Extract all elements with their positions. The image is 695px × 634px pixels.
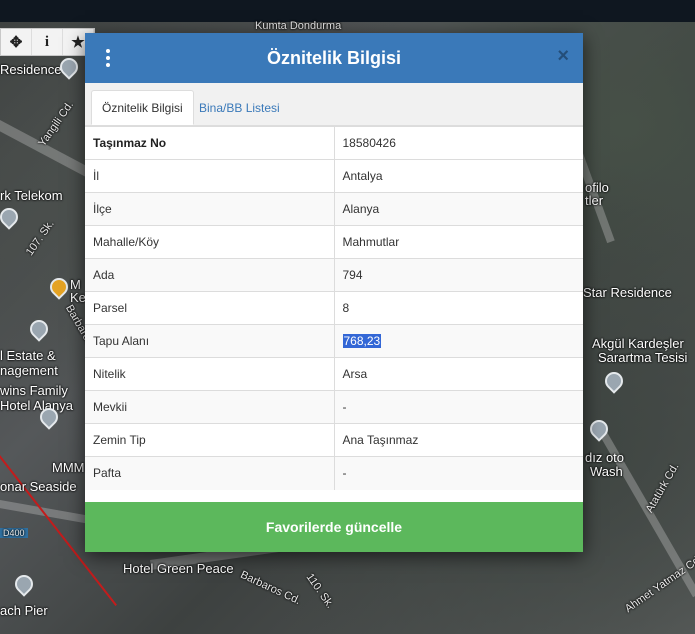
table-row: Nitelik Arsa [85,357,583,391]
row-value: Alanya [334,192,583,226]
modal-title: Öznitelik Bilgisi [266,47,402,68]
row-value: 794 [334,258,583,292]
row-key: Zemin Tip [85,423,335,457]
map-label: MMM [52,460,85,475]
row-key: İlçe [85,192,335,226]
tab-building-list[interactable]: Bina/BB Listesi [189,90,290,125]
modal-header: Öznitelik Bilgisi × [85,33,583,83]
table-row: Parsel 8 [85,291,583,325]
map-label: dız oto [585,450,625,465]
table-row: İlçe Alanya [85,192,583,226]
map-label: Sarartma Tesisi [598,350,688,365]
tab-attribute-info[interactable]: Öznitelik Bilgisi [91,90,194,125]
map-label: rk Telekom [0,188,63,203]
map-label: Hotel Green Peace [123,561,234,576]
table-row: Mahalle/Köy Mahmutlar [85,225,583,259]
table-row: Taşınmaz No 18580426 [85,126,583,160]
row-value[interactable]: 768,23 [334,324,583,358]
row-key: İl [85,159,335,193]
map-label: onar Seaside [0,479,77,494]
table-row: Mevkii - [85,390,583,424]
row-value: Antalya [334,159,583,193]
info-icon[interactable]: i [32,29,63,55]
map-toolbar: ✥ i ★ [0,28,95,56]
row-value: - [334,456,583,490]
road-badge: D400 [0,528,28,538]
map-label: Hotel Alanya [0,398,73,413]
map-label: ach Pier [0,603,48,618]
table-row: Zemin Tip Ana Taşınmaz [85,423,583,457]
map-label: wins Family [0,383,68,398]
selected-text[interactable]: 768,23 [342,334,382,348]
row-value: - [334,390,583,424]
map-label: Akgül Kardeşler [592,336,684,351]
row-key: Pafta [85,456,335,490]
row-key: Parsel [85,291,335,325]
map-label: Residence [0,62,62,77]
tab-bar: Öznitelik Bilgisi Bina/BB Listesi [85,83,583,126]
attribute-table: Taşınmaz No 18580426 İl Antalya İlçe Ala… [85,126,583,490]
map-label: tler [585,193,604,208]
map-label: Star Residence [583,285,672,300]
move-icon[interactable]: ✥ [1,29,32,55]
table-row: Tapu Alanı 768,23 [85,324,583,358]
kebab-menu-icon[interactable] [104,49,112,67]
table-row: İl Antalya [85,159,583,193]
table-row: Pafta - [85,456,583,490]
map-label: l Estate & [0,348,56,363]
map-label: Wash [590,464,623,479]
table-row: Ada 794 [85,258,583,292]
map-label: Kumta Dondurma [255,20,342,32]
row-key: Taşınmaz No [85,126,335,160]
row-value: Ana Taşınmaz [334,423,583,457]
row-value: 18580426 [334,126,583,160]
attribute-info-modal: Öznitelik Bilgisi × Öznitelik Bilgisi Bi… [85,33,583,552]
map-label: nagement [0,363,58,378]
row-key: Ada [85,258,335,292]
row-value: Mahmutlar [334,225,583,259]
row-key: Mahalle/Köy [85,225,335,259]
row-key: Tapu Alanı [85,324,335,358]
row-value: 8 [334,291,583,325]
row-key: Nitelik [85,357,335,391]
top-bar: Kumta Dondurma [0,0,695,32]
update-favorites-button[interactable]: Favorilerde güncelle [85,502,583,552]
row-value: Arsa [334,357,583,391]
close-icon[interactable]: × [557,46,569,66]
row-key: Mevkii [85,390,335,424]
